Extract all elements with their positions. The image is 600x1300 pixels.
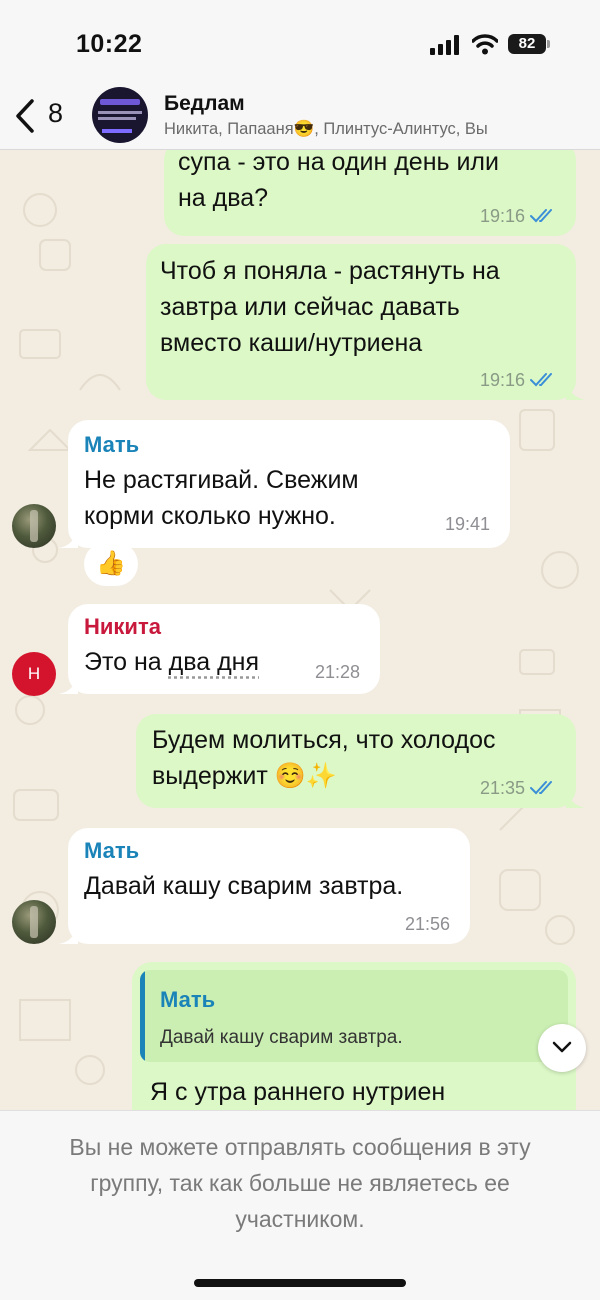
back-chevron-icon[interactable] xyxy=(14,98,36,134)
message-time: 21:56 xyxy=(404,914,450,934)
input-disabled-footer: Вы не можете отправлять сообщения в эту … xyxy=(0,1110,600,1300)
message-sender[interactable]: Мать xyxy=(84,430,494,460)
bubble-tail xyxy=(566,380,586,400)
message-meta: 21:56 xyxy=(405,914,450,934)
read-ticks-icon xyxy=(530,373,552,387)
message-time: 19:16 xyxy=(479,370,525,390)
read-ticks-icon xyxy=(530,781,552,795)
scroll-to-bottom-button[interactable] xyxy=(538,1024,586,1072)
message-bubble-outgoing[interactable]: Мать Давай кашу сварим завтра. Я с утра … xyxy=(132,962,576,1110)
status-time: 10:22 xyxy=(76,30,143,58)
group-title[interactable]: Бедлам xyxy=(164,92,245,116)
sender-avatar-mat[interactable] xyxy=(12,504,56,548)
message-text-line: завтра или сейчас давать xyxy=(160,293,460,321)
message-meta: 19:16 xyxy=(480,206,556,226)
group-avatar[interactable] xyxy=(92,87,148,143)
reply-quote[interactable]: Мать Давай кашу сварим завтра. xyxy=(140,970,568,1062)
message-text-line: Я с утра раннего нутриен xyxy=(150,1078,446,1106)
message-bubble-outgoing[interactable]: Чтоб я поняла - растянуть на завтра или … xyxy=(146,244,586,400)
message-text-prefix: Это на xyxy=(84,648,169,676)
battery-indicator: 82 xyxy=(508,34,550,54)
message-meta: 19:16 xyxy=(480,370,556,390)
message-text-line: Не растягивай. Свежим xyxy=(84,466,359,494)
message-time: 19:16 xyxy=(479,206,525,226)
message-time: 19:41 xyxy=(444,514,490,534)
message-time: 21:28 xyxy=(314,662,360,682)
message-bubble-outgoing[interactable]: Будем молиться, что холодос выдержит ☺️✨… xyxy=(136,714,586,808)
message-sender[interactable]: Никита xyxy=(84,612,364,642)
message-sender[interactable]: Мать xyxy=(84,836,454,866)
message-text-line: супа - это на один день или xyxy=(178,150,499,176)
bubble-tail xyxy=(566,788,586,808)
wifi-icon xyxy=(472,34,498,55)
reply-quote-text: Давай кашу сварим завтра. xyxy=(160,1027,403,1048)
message-meta: 21:35 xyxy=(480,778,556,798)
message-text-line: корми сколько нужно. xyxy=(84,502,336,530)
home-indicator[interactable] xyxy=(194,1279,406,1287)
bubble-tail xyxy=(58,924,78,944)
message-text-line: Давай кашу сварим завтра. xyxy=(84,872,404,900)
chevron-down-icon xyxy=(552,1041,572,1053)
status-bar: 10:22 82 xyxy=(0,0,600,84)
sender-avatar-mat[interactable] xyxy=(12,900,56,944)
reaction-badge[interactable]: 👍 xyxy=(84,542,138,586)
message-bubble-incoming[interactable]: Мать Не растягивай. Свежим корми сколько… xyxy=(58,420,510,548)
message-bubble-outgoing[interactable]: супа - это на один день или на два? 19:1… xyxy=(164,150,576,236)
message-meta: 19:41 xyxy=(445,514,490,534)
message-text-line: Чтоб я поняла - растянуть на xyxy=(160,257,500,285)
message-bubble-incoming[interactable]: Никита Это на два дня 21:28 xyxy=(58,604,380,694)
sender-avatar-nikita[interactable]: Н xyxy=(12,652,56,696)
reply-quote-sender: Мать xyxy=(160,987,216,1012)
message-bubble-incoming[interactable]: Мать Давай кашу сварим завтра. 21:56 xyxy=(58,828,470,944)
bubble-tail xyxy=(58,528,78,548)
reply-quote-bar xyxy=(140,970,145,1062)
not-a-member-notice: Вы не можете отправлять сообщения в эту … xyxy=(69,1134,531,1232)
back-unread-count[interactable]: 8 xyxy=(48,98,63,129)
message-text-line: вместо каши/нутриена xyxy=(160,329,423,357)
message-time: 21:35 xyxy=(479,778,525,798)
message-text-line: Будем молиться, что холодос xyxy=(152,726,496,754)
group-members[interactable]: Никита, Папааня😎, Плинтус-Алинтус, Вы xyxy=(164,120,488,139)
read-ticks-icon xyxy=(530,209,552,223)
chat-header: 8 Бедлам Никита, Папааня😎, Плинтус-Алинт… xyxy=(0,84,600,150)
bubble-tail xyxy=(58,674,78,694)
chat-area[interactable]: супа - это на один день или на два? 19:1… xyxy=(0,150,600,1110)
cellular-signal-icon xyxy=(430,35,459,55)
message-text-detected-date[interactable]: два дня xyxy=(169,648,259,676)
message-meta: 21:28 xyxy=(315,662,360,682)
